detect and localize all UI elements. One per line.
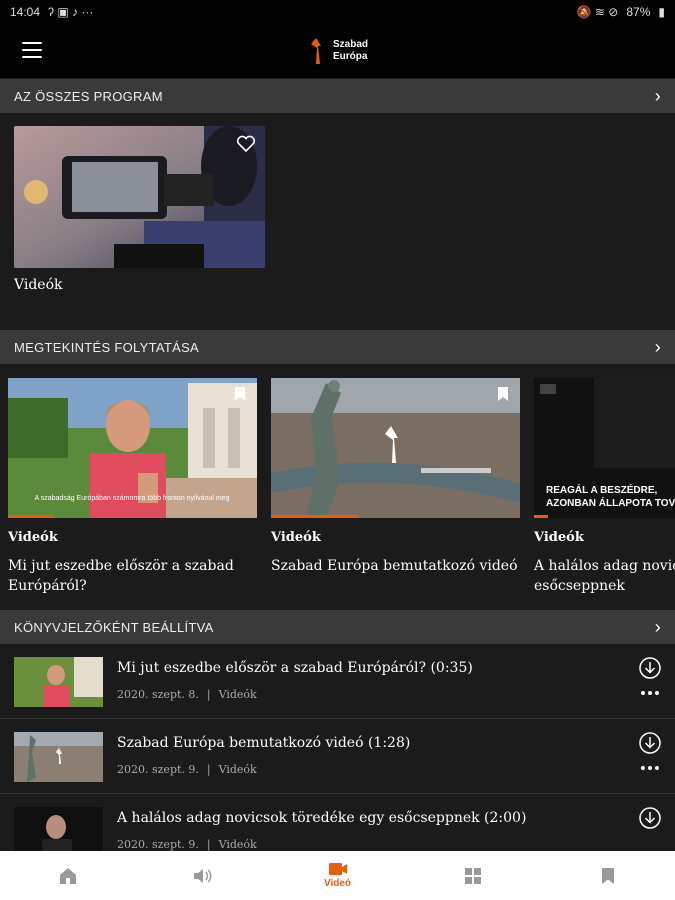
woman-interview-thumbnail: A szabadság Európában számomra több fron… xyxy=(8,378,257,518)
app-bar: Szabad Európa xyxy=(0,24,675,78)
video-subtitle-overlay: A szabadság Európában számomra több fron… xyxy=(35,495,230,502)
status-time: 14:04 xyxy=(10,5,41,19)
continue-item-title-1: A halálos adag novicsok xyxy=(534,558,675,574)
nav-programs[interactable] xyxy=(405,851,540,900)
list-item-title: Mi jut eszedbe először a szabad Európáró… xyxy=(117,660,473,676)
more-options-icon[interactable] xyxy=(641,766,659,772)
list-item-meta: 2020. szept. 9. | Videók xyxy=(117,838,257,851)
section-continue-watching[interactable]: MEGTEKINTÉS FOLYTATÁSA › xyxy=(0,330,675,364)
list-item-title: Szabad Európa bemutatkozó videó (1:28) xyxy=(117,735,411,751)
section-all-programs[interactable]: AZ ÖSSZES PROGRAM › xyxy=(0,79,675,113)
nav-home[interactable] xyxy=(0,851,135,900)
chevron-right-icon: › xyxy=(654,616,661,637)
speaker-icon xyxy=(193,868,211,883)
continue-item-title-2: Európáról? xyxy=(8,578,87,594)
section-title: MEGTEKINTÉS FOLYTATÁSA xyxy=(14,339,200,355)
battery-icon: ▮ xyxy=(658,5,665,19)
chevron-right-icon: › xyxy=(654,85,661,106)
list-item-thumbnail xyxy=(14,807,103,857)
program-card-label: Videók xyxy=(14,277,63,293)
home-icon xyxy=(59,867,76,884)
dark-news-thumbnail: REAGÁL A BESZÉDRE, AZONBAN ÁLLAPOTA TOVÁ… xyxy=(534,378,675,518)
watch-progress-bar xyxy=(271,515,359,518)
battery-level: 87% xyxy=(626,5,651,19)
continue-item-category: Videók xyxy=(534,530,584,545)
watch-progress-bar xyxy=(534,515,548,518)
grid-icon xyxy=(464,867,481,884)
list-item-meta: 2020. szept. 8. | Videók xyxy=(117,688,257,701)
list-item-category: Videók xyxy=(218,763,257,776)
news-overlay-line-2: AZONBAN ÁLLAPOTA TOVÁB xyxy=(546,496,675,509)
list-item-date: 2020. szept. 8. xyxy=(117,688,199,701)
list-item-thumbnail xyxy=(14,657,103,707)
notification-icon: ʔ ▣ ♪ ··· xyxy=(48,5,94,19)
status-bar: 14:04 ʔ ▣ ♪ ··· 🔕 ≋ ⊘ 87% ▮ xyxy=(0,0,675,24)
continue-item-title-1: Szabad Európa bemutatkozó videó xyxy=(271,558,518,574)
nav-bookmarks[interactable] xyxy=(540,851,675,900)
continue-item-thumbnail[interactable]: A szabadság Európában számomra több fron… xyxy=(8,378,257,518)
news-overlay-line-1: REAGÁL A BESZÉDRE, xyxy=(546,483,658,496)
bookmark-filled-icon[interactable] xyxy=(497,386,509,402)
list-item[interactable]: Mi jut eszedbe először a szabad Európáró… xyxy=(0,644,675,719)
nav-audio[interactable] xyxy=(135,851,270,900)
list-item-thumbnail xyxy=(14,732,103,782)
list-item-category: Videók xyxy=(218,838,257,851)
download-icon[interactable] xyxy=(639,657,661,679)
system-icons: 🔕 ≋ ⊘ xyxy=(576,5,619,19)
bookmark-icon xyxy=(601,867,614,884)
video-camera-icon xyxy=(328,863,347,875)
logo-line-2: Európa xyxy=(333,51,368,62)
nav-video-label: Videó xyxy=(323,878,352,889)
list-item-category: Videók xyxy=(218,688,257,701)
menu-icon[interactable] xyxy=(22,42,42,58)
continue-item-category: Videók xyxy=(271,530,321,545)
list-item-meta: 2020. szept. 9. | Videók xyxy=(117,763,257,776)
nav-video[interactable]: Videó xyxy=(270,851,405,900)
download-icon[interactable] xyxy=(639,732,661,754)
list-item-date: 2020. szept. 9. xyxy=(117,763,199,776)
bottom-navigation: Videó xyxy=(0,851,675,900)
list-item[interactable]: Szabad Európa bemutatkozó videó (1:28) 2… xyxy=(0,719,675,794)
continue-item-title-2: esőcseppnek xyxy=(534,578,625,594)
list-item-title: A halálos adag novicsok töredéke egy eső… xyxy=(117,810,527,826)
continue-item-thumbnail[interactable] xyxy=(271,378,520,518)
bookmark-filled-icon[interactable] xyxy=(234,386,246,402)
heart-icon[interactable] xyxy=(236,135,256,153)
section-title: KÖNYVJELZŐKÉNT BEÁLLÍTVA xyxy=(14,619,214,635)
list-item-date: 2020. szept. 9. xyxy=(117,838,199,851)
logo-line-1: Szabad xyxy=(333,39,369,50)
section-bookmarked[interactable]: KÖNYVJELZŐKÉNT BEÁLLÍTVA › xyxy=(0,610,675,644)
download-icon[interactable] xyxy=(639,807,661,829)
continue-item-title-1: Mi jut eszedbe először a szabad xyxy=(8,558,234,574)
camera-video-thumbnail xyxy=(14,126,265,268)
torch-logo-icon xyxy=(311,38,321,64)
city-statue-thumbnail xyxy=(271,378,520,518)
section-title: AZ ÖSSZES PROGRAM xyxy=(14,88,163,104)
continue-item-thumbnail[interactable]: REAGÁL A BESZÉDRE, AZONBAN ÁLLAPOTA TOVÁ… xyxy=(534,378,675,518)
continue-item-category: Videók xyxy=(8,530,58,545)
app-logo: Szabad Európa xyxy=(307,34,368,68)
chevron-right-icon: › xyxy=(654,336,661,357)
more-options-icon[interactable] xyxy=(641,691,659,697)
watch-progress-bar xyxy=(8,515,53,518)
program-card-thumbnail[interactable] xyxy=(14,126,265,268)
